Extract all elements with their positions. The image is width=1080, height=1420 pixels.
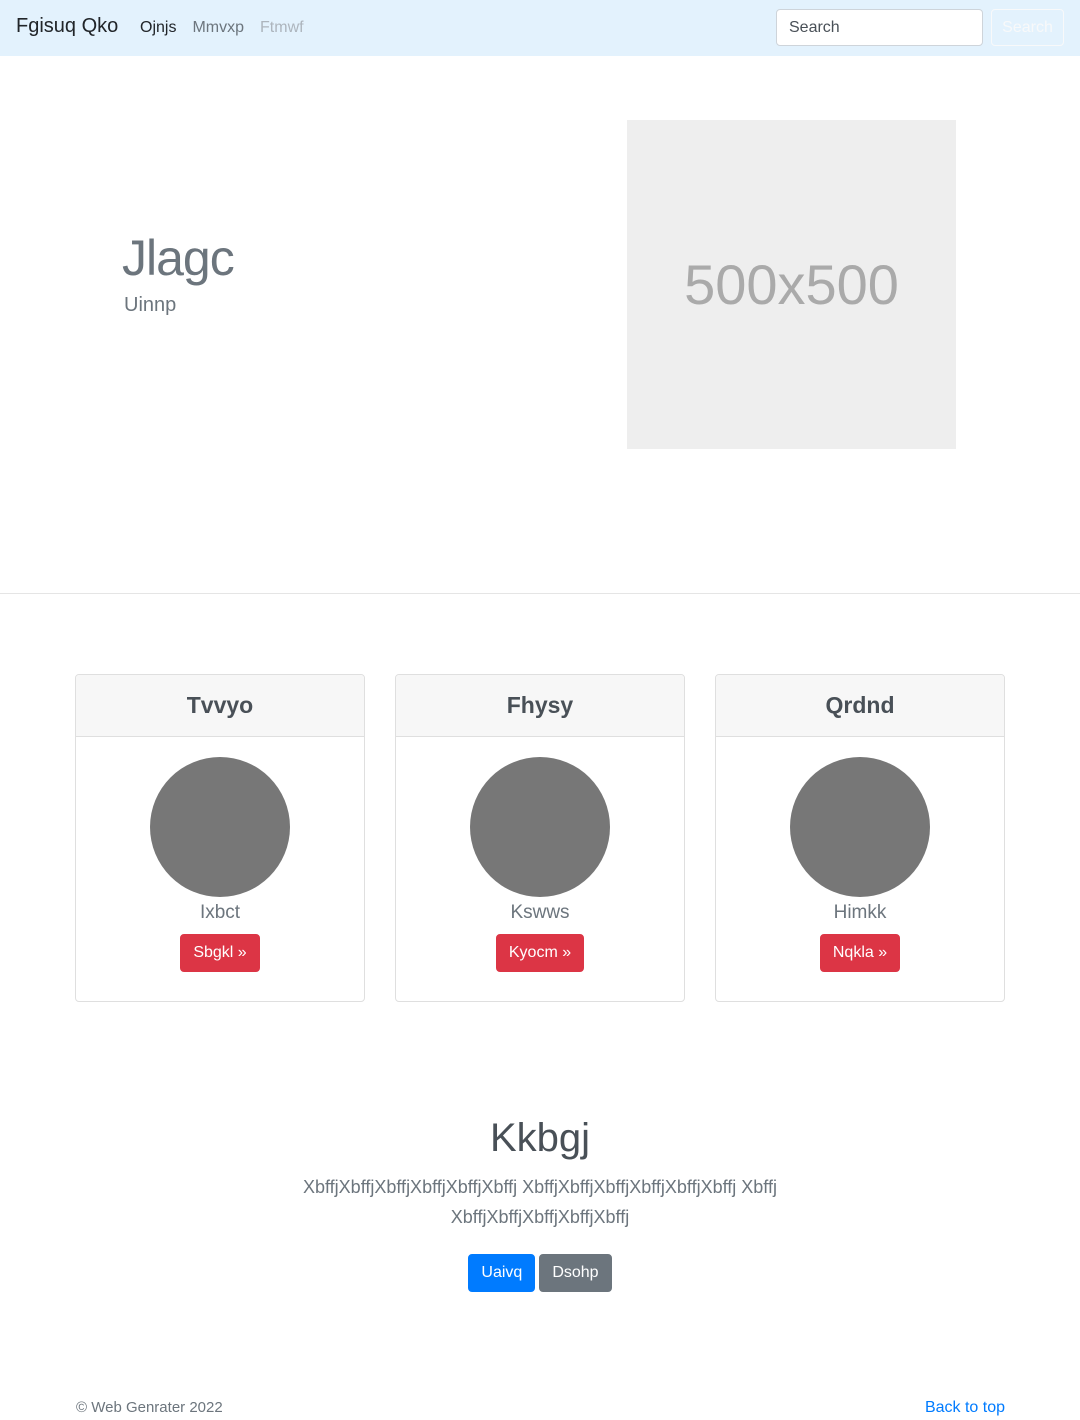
navbar-brand[interactable]: Fgisuq Qko (16, 15, 118, 38)
avatar (150, 757, 290, 897)
card-button-nqkla[interactable]: Nqkla » (819, 934, 901, 972)
cta-title: Kkbgj (489, 1116, 591, 1160)
card-caption: Kswws (510, 902, 570, 923)
hero-subtitle: Uinnp (124, 294, 177, 316)
cta-primary-button[interactable]: Uaivq (468, 1254, 536, 1292)
hero-title: Jlagc (122, 230, 235, 286)
cta-text: XbffjXbffjXbffjXbffjXbffjXbffj XbffjXbff… (302, 1177, 777, 1227)
card-tvvyo: Tvvyo Ixbct Sbgkl » (75, 674, 365, 1002)
card-fhysy: Fhysy Kswws Kyocm » (395, 674, 685, 1002)
card-header: Tvvyo (76, 675, 364, 737)
card-button-kyocm[interactable]: Kyocm » (495, 934, 585, 972)
card-header: Qrdnd (716, 675, 1004, 737)
nav-link-ftmwf: Ftmwf (260, 19, 304, 36)
card-header: Fhysy (396, 675, 684, 737)
card-button-sbgkl[interactable]: Sbgkl » (180, 934, 260, 972)
hero-image-placeholder: 500x500 (627, 120, 956, 449)
search-button[interactable]: Search (991, 9, 1064, 46)
card-caption: Himkk (833, 902, 887, 923)
card-qrdnd: Qrdnd Himkk Nqkla » (715, 674, 1005, 1002)
navbar: Fgisuq Qko Ojnjs Mmvxp Ftmwf Search (0, 0, 1080, 56)
search-input[interactable] (776, 9, 983, 46)
hero-image-label: 500x500 (684, 253, 899, 316)
card-caption: Ixbct (199, 902, 241, 923)
section-divider (0, 593, 1080, 594)
cta-buttons: Uaivq Dsohp (0, 1254, 1080, 1292)
avatar (790, 757, 930, 897)
nav-link-ojnjs[interactable]: Ojnjs (140, 19, 176, 37)
footer-copyright: © Web Genrater 2022 (76, 1399, 223, 1416)
nav-link-mmvxp[interactable]: Mmvxp (192, 19, 244, 37)
cta-secondary-button[interactable]: Dsohp (539, 1254, 612, 1292)
nav-links: Ojnjs Mmvxp Ftmwf (140, 19, 304, 37)
back-to-top-link[interactable]: Back to top (925, 1399, 1005, 1417)
avatar (470, 757, 610, 897)
